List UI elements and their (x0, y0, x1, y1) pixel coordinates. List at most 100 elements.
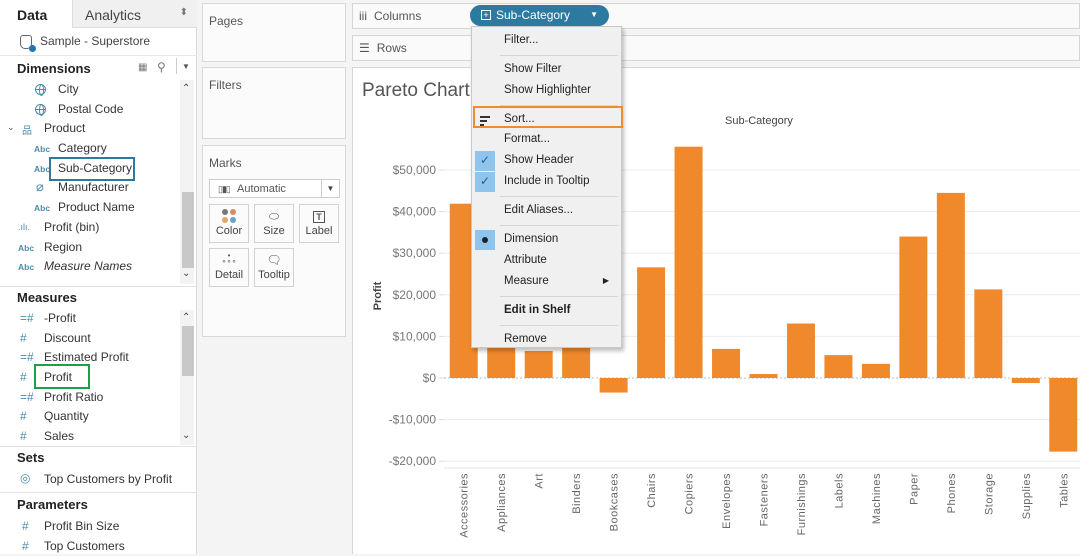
x-tick-label: Binders (571, 473, 583, 514)
bar (524, 350, 553, 378)
parameter-item[interactable]: # Profit Bin Size (0, 517, 180, 537)
size-button[interactable]: ⬭ Size (254, 204, 294, 243)
set-item[interactable]: ◎ Top Customers by Profit (0, 470, 180, 490)
column-header: Sub-Category (725, 115, 793, 127)
calc-hash-icon: =# (20, 389, 34, 404)
chart-title: Pareto Chart (362, 80, 470, 101)
dimension-item[interactable]: Abc Region (0, 238, 180, 258)
columns-icon: iii (359, 9, 367, 23)
viz-area: -$20,000 -$10,000 $0 $10,000 $20,000 $30,000 $… (352, 67, 1080, 554)
expand-plus-icon[interactable]: + (481, 10, 491, 20)
rows-shelf[interactable]: ☰ Rows (352, 35, 1080, 61)
x-tick-label: Furnishings (796, 473, 808, 535)
mark-type-dropdown[interactable]: ▯▮▯ Automatic ▼ (209, 179, 340, 198)
dropdown-caret-icon[interactable]: ▼ (182, 62, 190, 71)
data-pane: Data Analytics ⬍ Sample - Superstore Dim… (0, 0, 197, 554)
divider (0, 286, 197, 287)
dimension-item[interactable]: Abc Measure Names (0, 257, 180, 277)
dimension-item[interactable]: ⌄ 品 Product (0, 119, 180, 139)
scroll-up-icon[interactable]: ⌃ (182, 312, 190, 323)
tab-analytics[interactable]: Analytics ⬍ (72, 0, 197, 28)
field-label: Category (58, 141, 107, 156)
dimension-item[interactable]: Abc Product Name (0, 198, 180, 218)
datasource-item[interactable]: Sample - Superstore (0, 30, 197, 56)
detail-label: Detail (214, 269, 244, 281)
scroll-thumb[interactable] (182, 326, 194, 376)
menu-item-label: Measure (504, 275, 549, 287)
pill-label: Sub-Category (496, 8, 571, 22)
menu-item-attribute[interactable]: Attribute (472, 251, 623, 271)
measure-item[interactable]: # Quantity (0, 407, 180, 427)
tooltip-button[interactable]: 🗨 Tooltip (254, 248, 294, 287)
abc-icon: Abc (18, 262, 35, 273)
x-tick-label: Storage (983, 473, 995, 515)
y-axis-label: Profit (372, 281, 384, 310)
size-label: Size (263, 225, 285, 237)
measure-item[interactable]: =# -Profit (0, 309, 180, 329)
globe-icon (35, 103, 46, 116)
field-label: Product (44, 121, 86, 136)
menu-item-edit-in-shelf[interactable]: Edit in Shelf (472, 301, 623, 321)
dimension-item[interactable]: Abc Category (0, 139, 180, 159)
view-grid-icon[interactable]: ▦ (138, 62, 147, 73)
columns-shelf[interactable]: iii Columns ▼ (352, 3, 1080, 29)
menu-item-show-header[interactable]: ✓ Show Header (472, 151, 623, 171)
menu-item-label: Edit in Shelf (504, 304, 571, 316)
parameter-item[interactable]: # Top Customers (0, 537, 180, 556)
bar (824, 355, 853, 378)
bar (861, 363, 890, 378)
dimension-item[interactable]: ⌀ Manufacturer (0, 178, 180, 198)
field-label: Quantity (44, 409, 89, 424)
menu-item-show-highlighter[interactable]: Show Highlighter (472, 81, 623, 101)
bar (786, 323, 815, 378)
menu-item-remove[interactable]: Remove (472, 330, 623, 350)
bar (674, 146, 703, 378)
parameters-heading: Parameters (17, 497, 88, 512)
menu-item-filter[interactable]: Filter... (472, 31, 623, 51)
chevron-down-icon[interactable]: ▼ (590, 10, 598, 19)
chevron-down-icon[interactable]: ⌄ (7, 122, 15, 133)
pages-card[interactable]: Pages (202, 3, 346, 62)
bin-icon: .ılı. (18, 221, 31, 232)
measures-scrollbar[interactable]: ⌃ ⌄ (180, 310, 194, 445)
divider (0, 446, 197, 447)
menu-item-label: Show Header (504, 154, 574, 166)
scroll-down-icon[interactable]: ⌄ (182, 268, 190, 279)
y-tick-label: $30,000 (393, 246, 437, 260)
dimension-item[interactable]: .ılı. Profit (bin) (0, 218, 180, 238)
measure-item[interactable]: # Discount (0, 329, 180, 349)
scroll-thumb[interactable] (182, 192, 194, 268)
detail-button[interactable]: • ∘∘∘ Detail (209, 248, 249, 287)
filters-card[interactable]: Filters (202, 67, 346, 139)
sub-category-pill[interactable]: + Sub-Category ▼ (470, 5, 609, 26)
menu-item-measure[interactable]: Measure ▶ (472, 272, 623, 292)
menu-item-dimension[interactable]: Dimension (472, 230, 623, 250)
chevron-down-icon[interactable]: ▼ (321, 180, 339, 197)
measure-item[interactable]: # Profit (0, 368, 180, 388)
measures-list: =# -Profit # Discount =# Estimated Profit # Pro… (0, 309, 180, 447)
menu-item-include-in-tooltip[interactable]: ✓ Include in Tooltip (472, 172, 623, 192)
label-button[interactable]: T Label (299, 204, 339, 243)
color-button[interactable]: Color (209, 204, 249, 243)
measure-item[interactable]: # Sales (0, 427, 180, 447)
menu-item-show-filter[interactable]: Show Filter (472, 60, 623, 80)
label-label: Label (305, 225, 333, 237)
dimension-item[interactable]: Postal Code (0, 100, 180, 120)
menu-separator (500, 325, 618, 326)
measure-item[interactable]: =# Profit Ratio (0, 388, 180, 408)
x-tick-label: Supplies (1021, 473, 1033, 519)
menu-item-edit-aliases[interactable]: Edit Aliases... (472, 201, 623, 221)
measure-item[interactable]: =# Estimated Profit (0, 348, 180, 368)
scroll-down-icon[interactable]: ⌄ (182, 430, 190, 441)
dimension-item[interactable]: City (0, 80, 180, 100)
menu-item-format[interactable]: Format... (472, 130, 623, 150)
y-tick-label: $10,000 (393, 329, 437, 343)
search-icon[interactable]: ⚲ (157, 60, 166, 74)
bar (637, 267, 666, 378)
dimensions-scrollbar[interactable]: ⌃ ⌄ (180, 80, 194, 284)
scroll-up-icon[interactable]: ⌃ (182, 83, 190, 94)
field-label: Manufacturer (58, 180, 129, 195)
checkmark-icon: ✓ (475, 151, 495, 171)
x-tick-label: Copiers (684, 473, 696, 514)
tab-data[interactable]: Data (0, 0, 72, 28)
